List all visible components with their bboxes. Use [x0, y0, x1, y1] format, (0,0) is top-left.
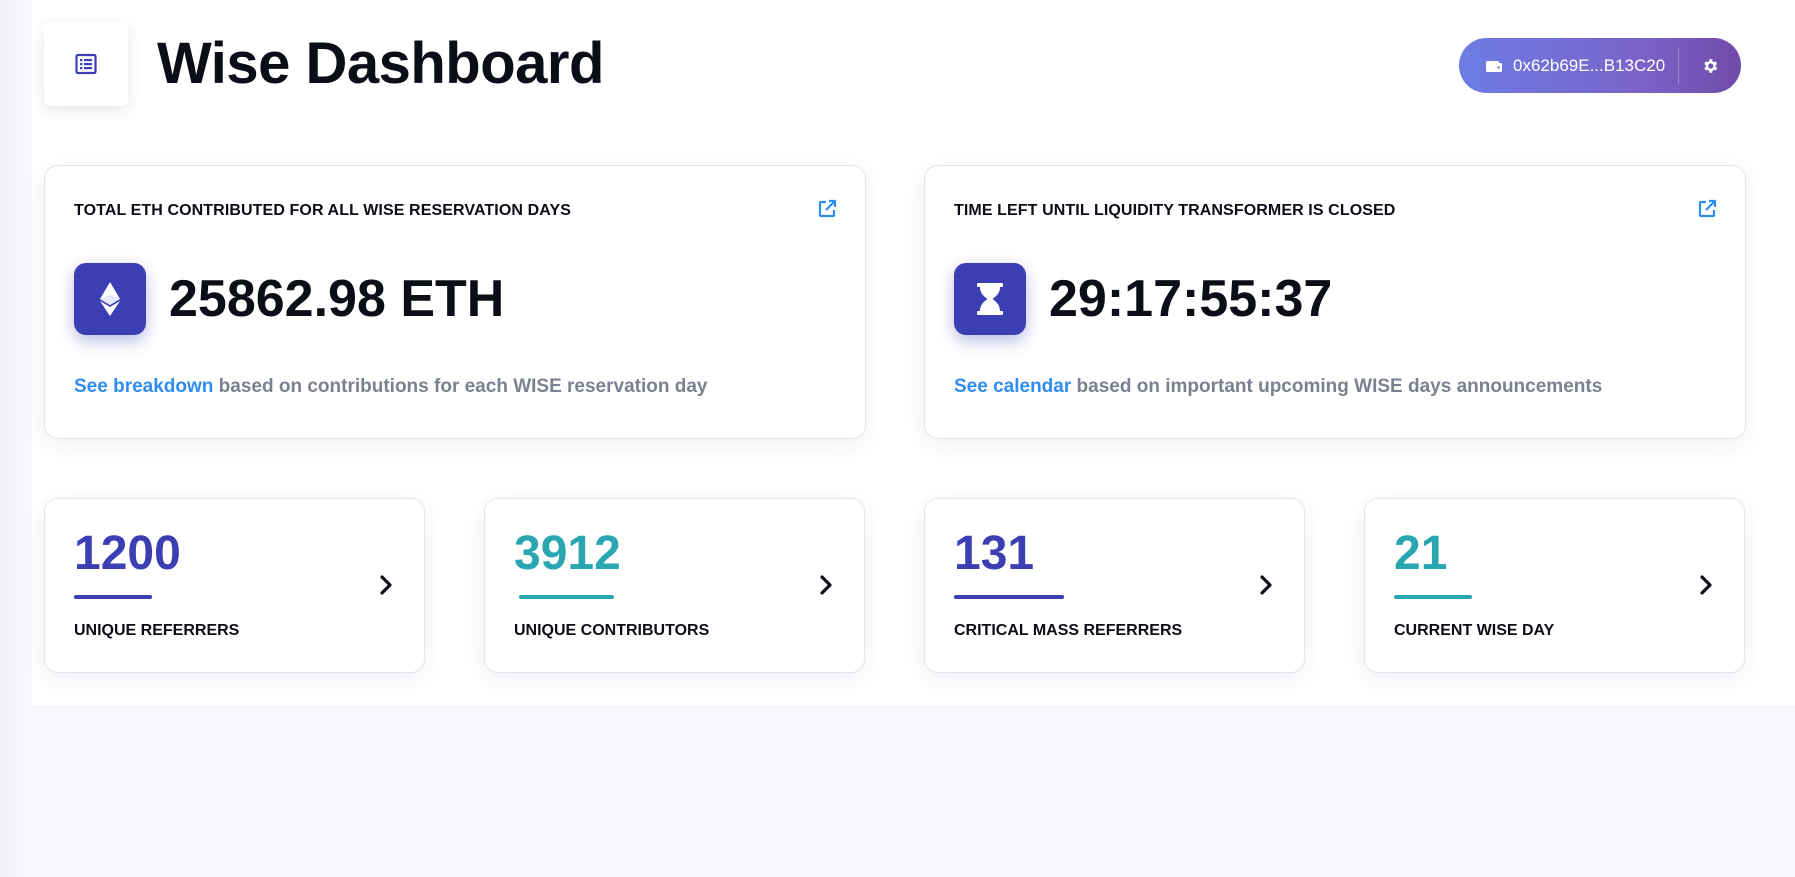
total-eth-card: TOTAL ETH CONTRIBUTED FOR ALL WISE RESER… [44, 165, 866, 439]
stat-card-critical-mass-referrers[interactable]: 131 CRITICAL MASS REFERRERS [924, 498, 1305, 673]
see-calendar-link[interactable]: See calendar [954, 376, 1071, 397]
stat-underline [74, 595, 152, 599]
card-heading: TIME LEFT UNTIL LIQUIDITY TRANSFORMER IS… [954, 202, 1396, 219]
wallet-pill: 0x62b69E...B13C20 [1459, 38, 1741, 93]
page: Wise Dashboard 0x62b69E...B13C20 TOTAL E… [0, 0, 1795, 877]
chevron-right-icon[interactable] [812, 571, 840, 599]
stat-value: 3912 [514, 527, 621, 580]
wallet-icon [1485, 60, 1502, 72]
card-footer-text: based on contributions for each WISE res… [213, 376, 708, 397]
stat-card-unique-contributors[interactable]: 3912 UNIQUE CONTRIBUTORS [484, 498, 865, 673]
stat-label: CRITICAL MASS REFERRERS [954, 622, 1183, 639]
chevron-right-icon[interactable] [372, 571, 400, 599]
time-left-value: 29:17:55:37 [1049, 270, 1333, 328]
chevron-right-icon[interactable] [1692, 571, 1720, 599]
card-footer: See breakdown based on contributions for… [74, 376, 708, 398]
time-left-card: TIME LEFT UNTIL LIQUIDITY TRANSFORMER IS… [924, 165, 1746, 439]
stat-value: 1200 [74, 527, 181, 580]
list-icon [75, 53, 97, 75]
external-link-icon[interactable] [1697, 199, 1719, 221]
gear-icon [1704, 58, 1718, 73]
hourglass-icon [954, 263, 1026, 335]
card-footer-text: based on important upcoming WISE days an… [1071, 376, 1603, 397]
stat-underline [519, 595, 614, 599]
stat-underline [1394, 595, 1472, 599]
menu-button[interactable] [44, 22, 128, 106]
chevron-right-icon[interactable] [1252, 571, 1280, 599]
stat-label: UNIQUE CONTRIBUTORS [514, 622, 710, 639]
page-title: Wise Dashboard [157, 31, 604, 96]
external-link-icon[interactable] [817, 199, 839, 221]
ethereum-icon [74, 263, 146, 335]
card-footer: See calendar based on important upcoming… [954, 376, 1602, 398]
settings-button[interactable] [1679, 38, 1741, 93]
total-eth-value: 25862.98 ETH [169, 270, 505, 328]
stat-card-current-wise-day[interactable]: 21 CURRENT WISE DAY [1364, 498, 1745, 673]
stat-card-unique-referrers[interactable]: 1200 UNIQUE REFERRERS [44, 498, 425, 673]
see-breakdown-link[interactable]: See breakdown [74, 376, 213, 397]
wallet-button[interactable]: 0x62b69E...B13C20 [1459, 38, 1678, 93]
stat-value: 21 [1394, 527, 1448, 580]
stat-value: 131 [954, 527, 1035, 580]
left-rail [0, 0, 32, 877]
stat-label: CURRENT WISE DAY [1394, 622, 1555, 639]
card-heading: TOTAL ETH CONTRIBUTED FOR ALL WISE RESER… [74, 202, 571, 219]
stat-underline [954, 595, 1064, 599]
wallet-address: 0x62b69E...B13C20 [1513, 55, 1666, 75]
stat-label: UNIQUE REFERRERS [74, 622, 240, 639]
